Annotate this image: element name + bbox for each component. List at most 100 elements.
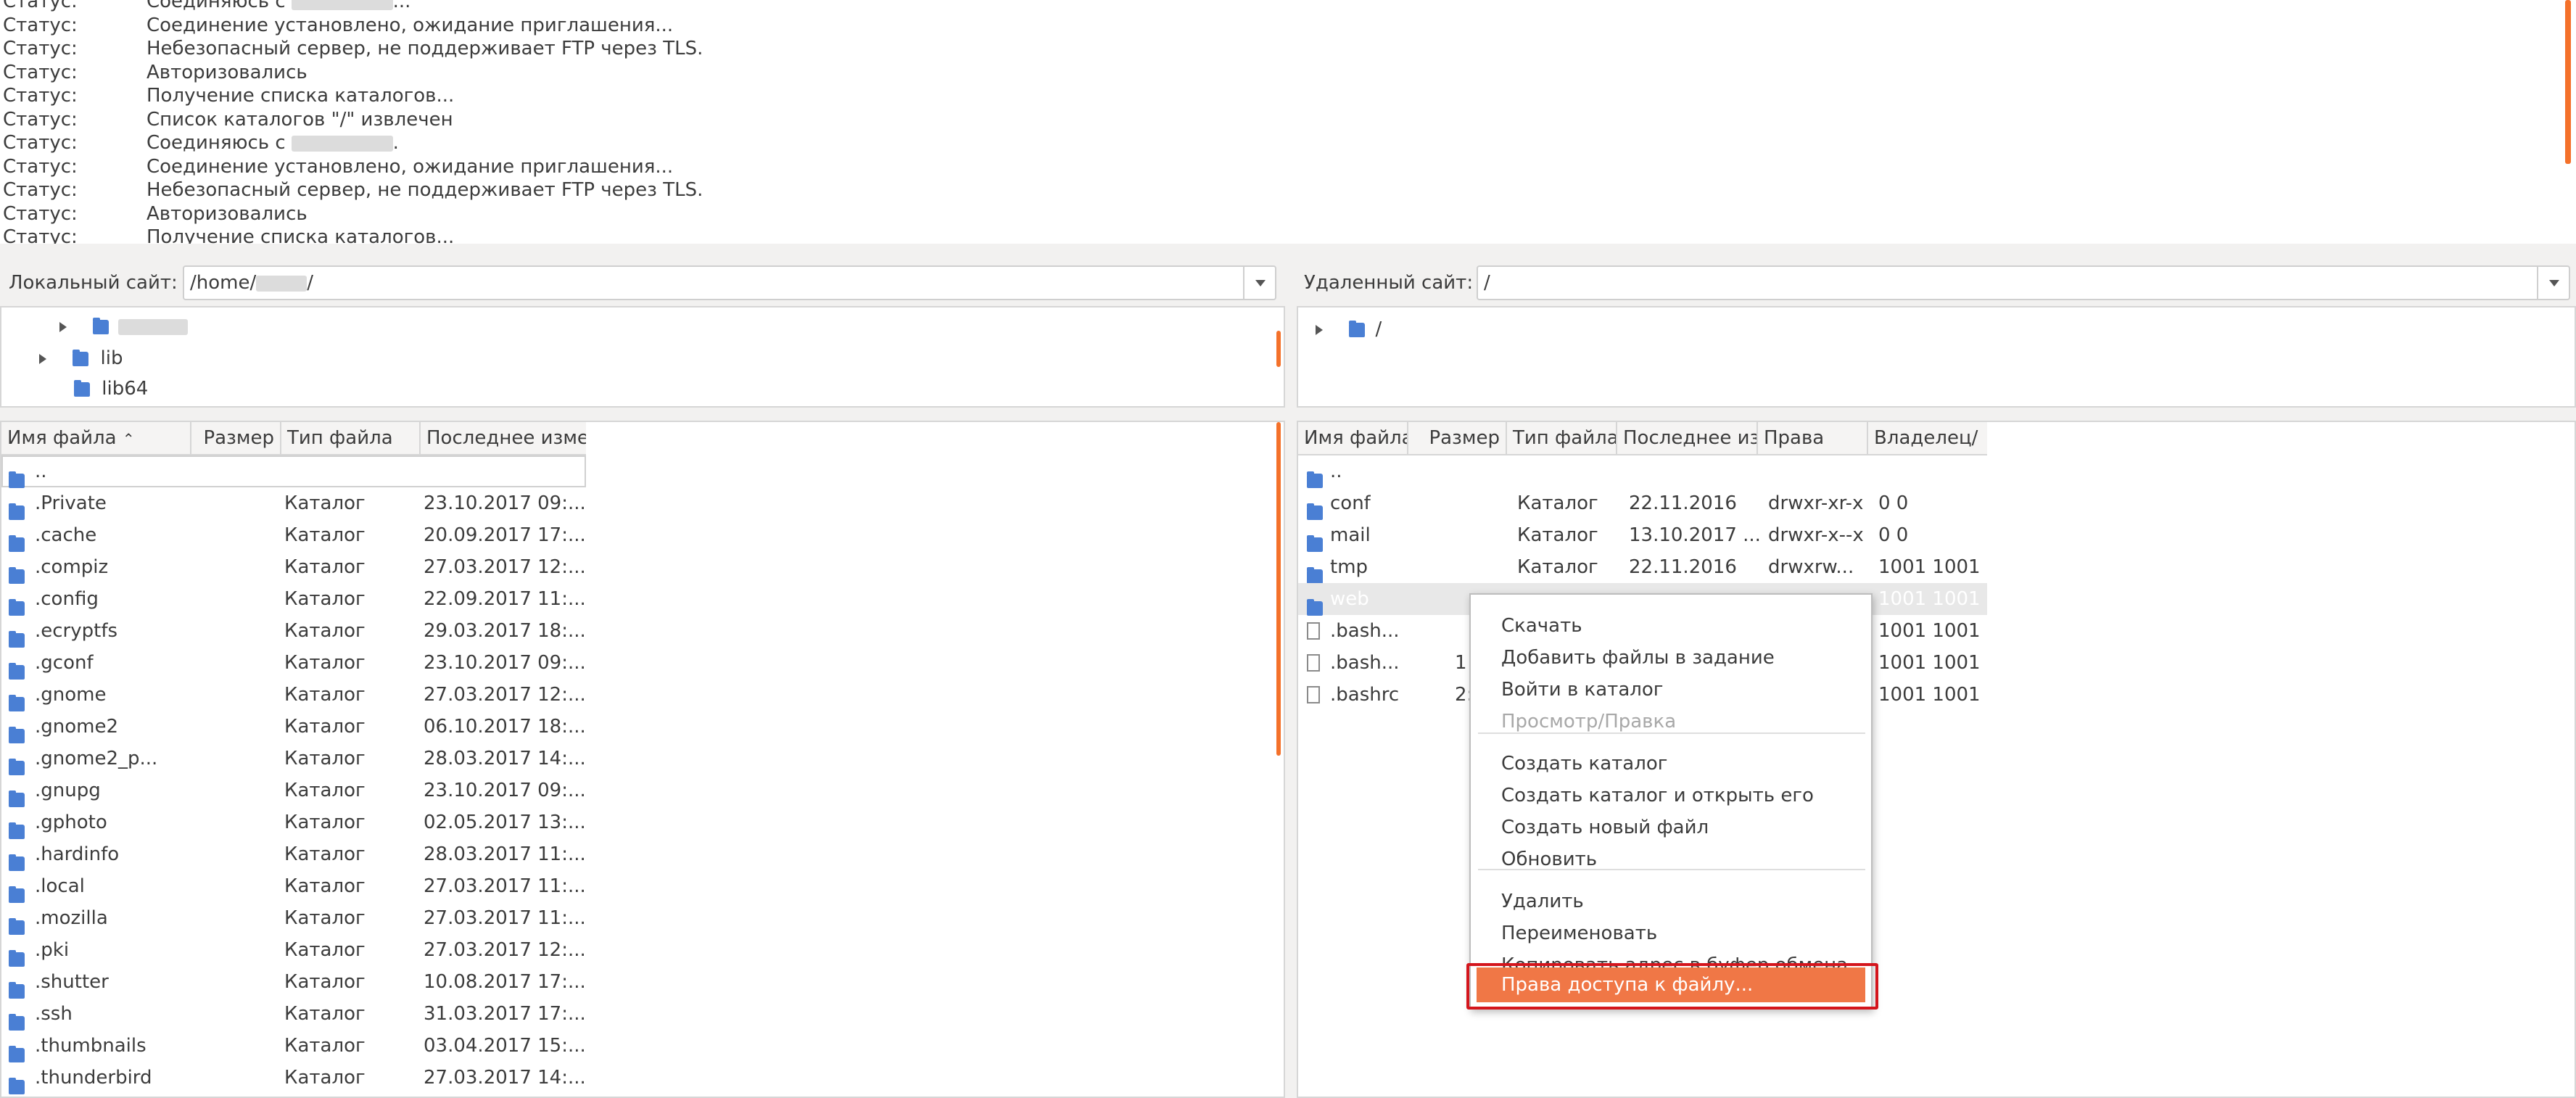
table-row[interactable]: .gconf Каталог 23.10.2017 09:...: [1, 647, 586, 680]
file-icon: [1307, 654, 1320, 672]
menu-item[interactable]: Скачать: [1501, 611, 1582, 641]
file-modified: 22.09.2017 11:...: [424, 588, 586, 610]
redacted-host: [291, 135, 393, 152]
log-status-label: Статус:: [3, 226, 78, 244]
file-type: Каталог: [284, 492, 366, 514]
local-file-list: Имя файла ⌃ Размер Тип файла Последнее и…: [0, 421, 1285, 1098]
column-header-type[interactable]: Тип файла: [281, 422, 421, 454]
column-header-size[interactable]: Размер: [191, 422, 281, 454]
log-message: Соединение установлено, ожидание приглаш…: [146, 14, 674, 36]
local-path-combo[interactable]: /home//: [183, 265, 1276, 300]
log-message: Соединяюсь с...: [146, 0, 410, 13]
tree-item-home[interactable]: [59, 312, 188, 341]
file-name: web: [1330, 588, 1369, 610]
tree-item-lib[interactable]: lib: [39, 344, 123, 373]
folder-icon: [9, 694, 25, 711]
table-row[interactable]: tmp Каталог 22.11.2016 drwxrw... 1001 1001: [1298, 551, 1987, 584]
file-modified: 27.03.2017 12:...: [424, 684, 586, 706]
tree-item-root[interactable]: /: [1316, 315, 1382, 344]
chevron-down-icon[interactable]: [1243, 267, 1275, 299]
menu-item[interactable]: Войти в каталог: [1501, 674, 1663, 705]
table-row[interactable]: .shutter Каталог 10.08.2017 17:...: [1, 966, 586, 999]
column-header-type[interactable]: Тип файла: [1507, 422, 1617, 454]
folder-icon: [9, 534, 25, 552]
file-type: Каталог: [284, 875, 366, 897]
log-scrollbar[interactable]: [2565, 0, 2571, 164]
local-site-label: Локальный сайт:: [9, 272, 178, 294]
file-modified: 27.03.2017 12:...: [424, 556, 586, 578]
file-permissions: drwxr-xr-x: [1768, 492, 1864, 514]
remote-path-combo[interactable]: /: [1477, 265, 2570, 300]
table-row[interactable]: .thumbnails Каталог 03.04.2017 15:...: [1, 1030, 586, 1062]
menu-item[interactable]: Удалить: [1501, 886, 1584, 917]
menu-item[interactable]: Создать новый файл: [1501, 812, 1709, 843]
tree-item-lib64[interactable]: lib64: [39, 374, 148, 403]
table-row[interactable]: .local Каталог 27.03.2017 11:...: [1, 870, 586, 903]
menu-item[interactable]: Добавить файлы в задание: [1501, 643, 1775, 673]
table-row[interactable]: .gnome Каталог 27.03.2017 12:...: [1, 679, 586, 711]
menu-item[interactable]: Создать каталог: [1501, 748, 1667, 779]
file-modified: 20.09.2017 17:...: [424, 524, 586, 546]
column-header-permissions[interactable]: Права: [1758, 422, 1868, 454]
log-status-label: Статус:: [3, 202, 78, 225]
expand-arrow-icon[interactable]: [59, 321, 67, 332]
chevron-down-icon[interactable]: [2537, 267, 2569, 299]
folder-icon: [9, 471, 25, 488]
file-owner: 1001 1001: [1878, 556, 1981, 578]
table-row[interactable]: .ecryptfs Каталог 29.03.2017 18:...: [1, 615, 586, 648]
table-row[interactable]: .mozilla Каталог 27.03.2017 11:...: [1, 902, 586, 935]
file-modified: 27.03.2017 14:...: [424, 1067, 586, 1089]
folder-icon: [9, 662, 25, 680]
column-header-owner[interactable]: Владелец/: [1868, 422, 1987, 454]
expand-arrow-icon[interactable]: [1316, 324, 1323, 335]
file-owner: 0 0: [1878, 524, 1909, 546]
column-header-name[interactable]: Имя файла ⌃: [1, 422, 191, 454]
folder-icon: [1307, 598, 1323, 616]
expand-arrow-icon[interactable]: [39, 353, 46, 364]
file-type: Каталог: [1517, 492, 1598, 514]
column-header-name[interactable]: Имя файла: [1298, 422, 1408, 454]
table-row[interactable]: ..: [1298, 455, 1987, 488]
menu-separator: [1478, 869, 1865, 870]
file-type: Каталог: [284, 684, 366, 706]
menu-item[interactable]: Создать каталог и открыть его: [1501, 780, 1814, 811]
column-header-size[interactable]: Размер: [1408, 422, 1507, 454]
log-status-label: Статус:: [3, 38, 78, 59]
file-owner: 1001 1001: [1878, 588, 1981, 610]
column-header-modified[interactable]: Последнее из: [1617, 422, 1758, 454]
log-message: Авторизовались: [146, 202, 307, 225]
table-row[interactable]: .ssh Каталог 31.03.2017 17:...: [1, 998, 586, 1031]
folder-icon: [9, 1013, 25, 1031]
table-row[interactable]: .pki Каталог 27.03.2017 12:...: [1, 934, 586, 967]
table-row[interactable]: .cache Каталог 20.09.2017 17:...: [1, 519, 586, 552]
remote-path-text: /: [1484, 272, 1490, 294]
file-type: Каталог: [284, 716, 366, 738]
table-row[interactable]: .gnome2 Каталог 06.10.2017 18:...: [1, 711, 586, 743]
table-row[interactable]: conf Каталог 22.11.2016 drwxr-xr-x 0 0: [1298, 487, 1987, 520]
file-type: Каталог: [284, 939, 366, 961]
table-row[interactable]: ..: [1, 455, 586, 488]
menu-item[interactable]: Переименовать: [1501, 918, 1657, 949]
table-row[interactable]: mail Каталог 13.10.2017 ... drwxr-x--x 0 0: [1298, 519, 1987, 552]
file-name: .mozilla: [35, 907, 108, 929]
folder-icon: [9, 566, 25, 584]
table-row[interactable]: .gnome2_p... Каталог 28.03.2017 14:...: [1, 743, 586, 775]
message-log: Статус: Соединяюсь с... Статус: Соединение …: [0, 0, 2576, 244]
table-row[interactable]: .Private Каталог 23.10.2017 09:...: [1, 487, 586, 520]
table-row[interactable]: .compiz Каталог 27.03.2017 12:...: [1, 551, 586, 584]
column-header-modified[interactable]: Последнее изме: [421, 422, 586, 454]
table-row[interactable]: .thunderbird Каталог 27.03.2017 14:...: [1, 1062, 586, 1094]
table-row[interactable]: .gphoto Каталог 02.05.2017 13:...: [1, 806, 586, 839]
log-message: Получение списка каталогов...: [146, 226, 455, 244]
file-modified: 23.10.2017 09:...: [424, 492, 586, 514]
log-message: Получение списка каталогов...: [146, 85, 455, 107]
folder-icon: [1307, 566, 1323, 584]
file-name: ..: [1330, 461, 1342, 482]
table-row[interactable]: .hardinfo Каталог 28.03.2017 11:...: [1, 838, 586, 871]
table-row[interactable]: .gnupg Каталог 23.10.2017 09:...: [1, 775, 586, 807]
menu-separator: [1478, 732, 1865, 734]
file-permissions: drwxrw...: [1768, 556, 1854, 578]
tree-scrollbar[interactable]: [1276, 331, 1281, 367]
list-scrollbar[interactable]: [1276, 422, 1281, 756]
table-row[interactable]: .config Каталог 22.09.2017 11:...: [1, 583, 586, 616]
